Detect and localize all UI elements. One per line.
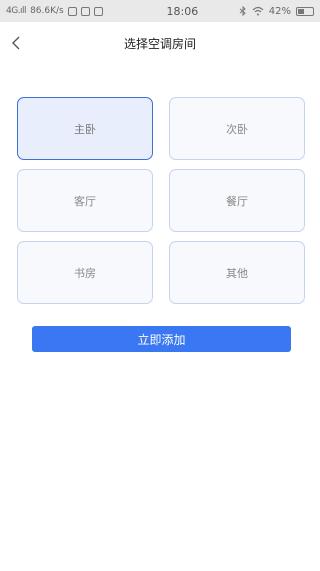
room-option-master-bedroom[interactable]: 主卧 — [17, 97, 153, 160]
bluetooth-icon — [239, 6, 246, 16]
status-time: 18:06 — [166, 4, 199, 18]
room-label: 次卧 — [226, 122, 248, 136]
status-left: 4G.ıll 86.6K/s — [6, 6, 146, 16]
room-label: 餐厅 — [226, 194, 248, 208]
add-now-button[interactable]: 立即添加 — [32, 326, 291, 352]
app-notification-icon — [80, 6, 90, 16]
room-label: 其他 — [226, 266, 248, 280]
page-title: 选择空调房间 — [123, 36, 196, 51]
room-option-dining-room[interactable]: 餐厅 — [169, 169, 305, 232]
status-right: 42% — [239, 6, 314, 17]
room-label: 客厅 — [74, 194, 96, 208]
battery-percent: 42% — [268, 5, 291, 17]
signal-indicator: 4G.ıll — [6, 6, 27, 16]
wifi-icon — [252, 6, 264, 16]
status-bar: 4G.ıll 86.6K/s 18:06 42% — [0, 0, 320, 22]
room-option-study[interactable]: 书房 — [17, 241, 153, 304]
nav-bar: 选择空调房间 — [0, 22, 320, 64]
room-option-living-room[interactable]: 客厅 — [17, 169, 153, 232]
room-option-second-bedroom[interactable]: 次卧 — [169, 97, 305, 160]
network-speed: 86.6K/s — [30, 6, 64, 16]
notification-icon — [67, 6, 77, 16]
back-button[interactable] — [4, 30, 30, 56]
chevron-left-icon — [12, 36, 20, 50]
sync-icon — [93, 6, 103, 16]
battery-icon — [296, 6, 314, 16]
room-grid: 主卧 次卧 客厅 餐厅 书房 其他 — [17, 97, 305, 304]
room-label: 书房 — [74, 266, 96, 280]
room-option-other[interactable]: 其他 — [169, 241, 305, 304]
room-label: 主卧 — [74, 122, 96, 136]
